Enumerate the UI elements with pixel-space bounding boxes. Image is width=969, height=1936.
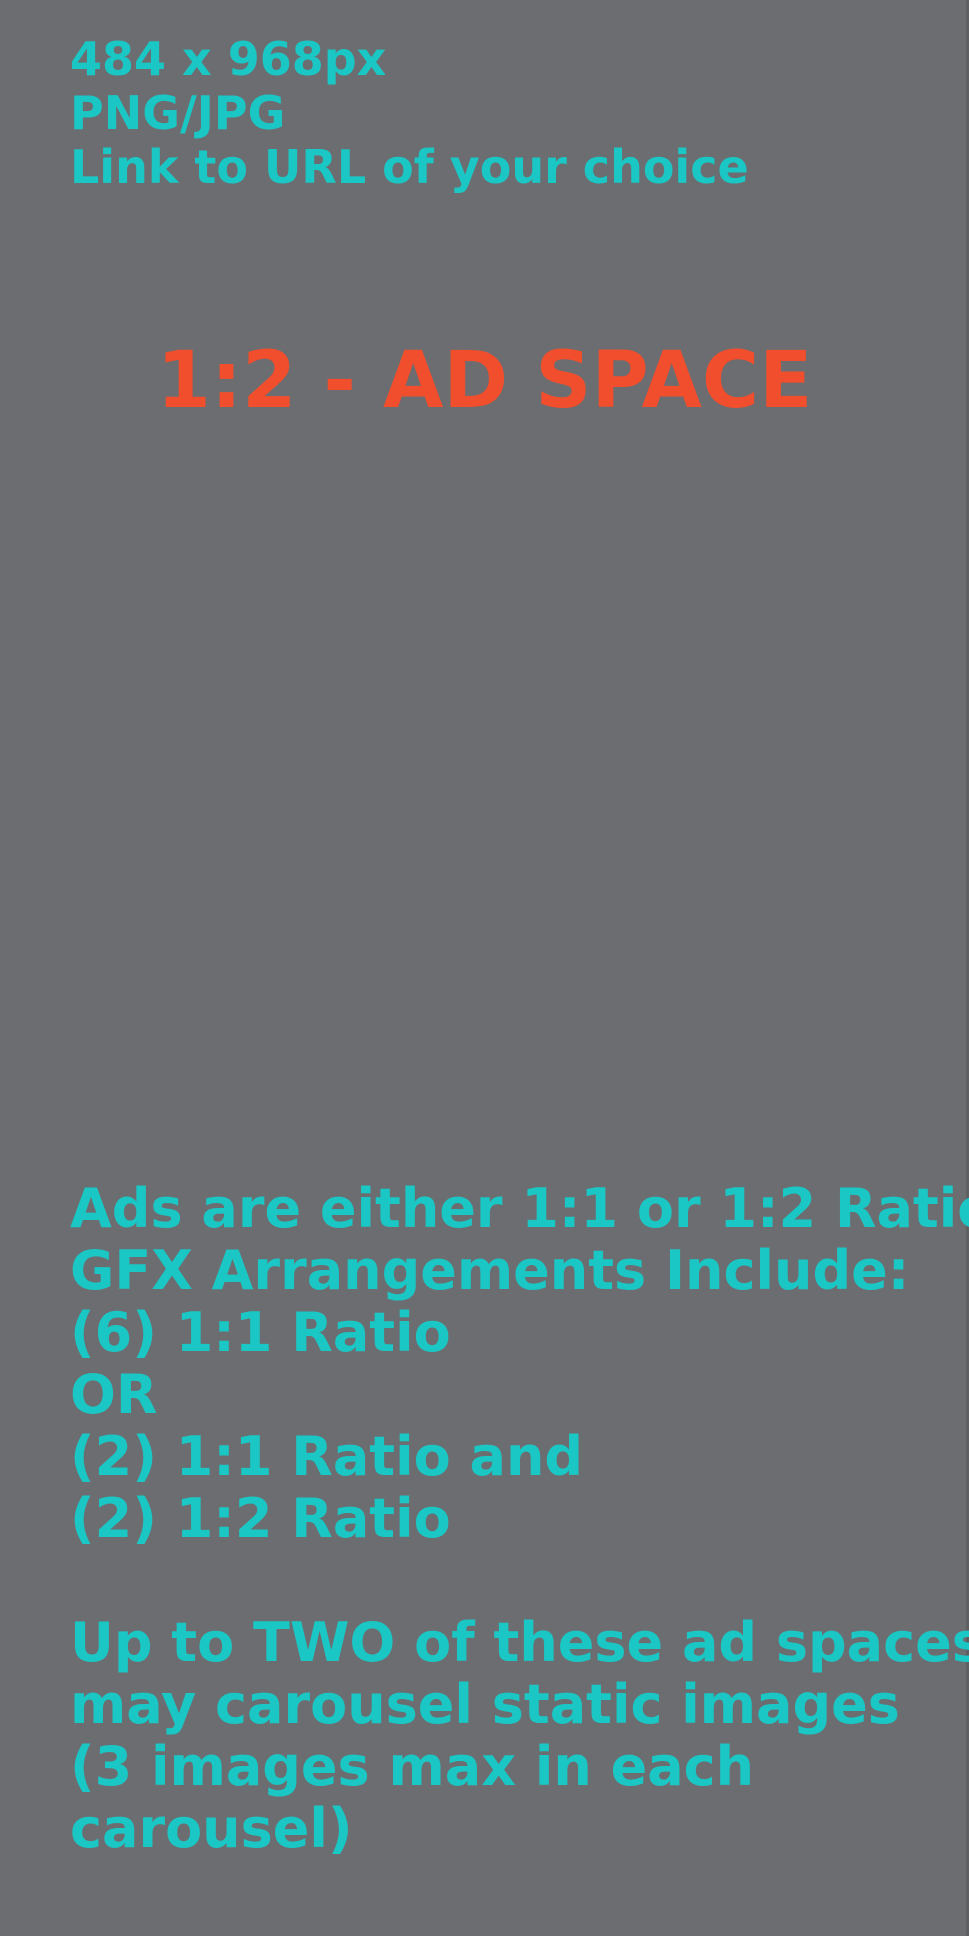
- ratio-text: Ads are either 1:1 or 1:2 Ratio: [70, 1177, 969, 1240]
- arrangement-option: (6) 1:1 Ratio: [70, 1301, 451, 1364]
- carousel-text: may carousel static images: [70, 1673, 900, 1736]
- carousel-text: Up to TWO of these ad spaces: [70, 1611, 969, 1674]
- ad-specs: 484 x 968px PNG/JPG Link to URL of your …: [70, 32, 930, 194]
- arrangement-or: OR: [70, 1363, 158, 1426]
- ad-link-text: Link to URL of your choice: [70, 140, 749, 194]
- arrangement-option: (2) 1:2 Ratio: [70, 1487, 451, 1550]
- arrangement-option: (2) 1:1 Ratio and: [70, 1425, 584, 1488]
- ad-format-text: PNG/JPG: [70, 86, 286, 140]
- ad-size-text: 484 x 968px: [70, 32, 387, 86]
- carousel-text: (3 images max in each: [70, 1735, 755, 1798]
- ad-space-title: 1:2 - AD SPACE: [156, 336, 813, 426]
- ad-space-placeholder: 484 x 968px PNG/JPG Link to URL of your …: [0, 0, 969, 1936]
- ad-info: Ads are either 1:1 or 1:2 Ratio GFX Arra…: [70, 1177, 969, 1860]
- arrangements-heading: GFX Arrangements Include:: [70, 1239, 910, 1302]
- carousel-text: carousel): [70, 1797, 353, 1860]
